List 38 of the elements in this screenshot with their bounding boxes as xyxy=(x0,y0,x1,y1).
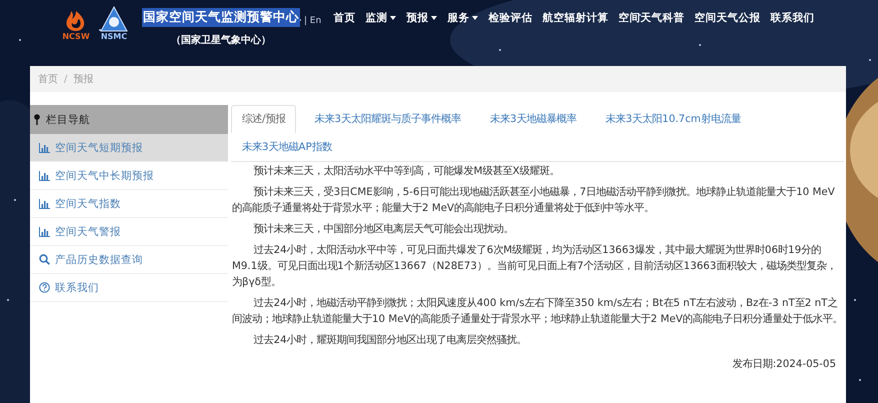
publish-date: 发布日期:2024-05-05 xyxy=(732,357,836,371)
paragraph: 预计未来三天，中国部分地区电离层天气可能会出现扰动。 xyxy=(252,222,515,237)
breadcrumb-link[interactable]: 首页 xyxy=(38,72,58,86)
nav-link[interactable]: 检验评估 xyxy=(488,11,532,25)
sidebar-item[interactable]: 空间天气短期预报 xyxy=(30,134,228,162)
paragraph: 预计未来三天，太阳活动水平中等到高，可能爆发M级甚至X级耀斑。 xyxy=(252,164,561,179)
triangle-logo-icon xyxy=(100,6,128,32)
caret-icon xyxy=(472,16,478,20)
nav-link[interactable]: 航空辐射计算 xyxy=(542,11,608,25)
breadcrumb-link[interactable]: 预报 xyxy=(73,72,94,86)
caret-icon xyxy=(390,16,396,20)
bar-chart-icon xyxy=(39,142,50,152)
help-icon xyxy=(39,282,50,293)
nav-link[interactable]: 空间天气科普 xyxy=(618,11,684,25)
nav-link[interactable]: 首页 xyxy=(333,11,356,25)
paragraph: 过去24小时，耀斑期间我国部分地区出现了电离层突然骚扰。 xyxy=(252,333,528,348)
nav-link[interactable]: 监测 xyxy=(365,11,396,25)
site-title: 国家空间天气监测预警中心 xyxy=(142,8,300,27)
bar-chart-icon xyxy=(39,170,50,180)
sidebar-title: 栏目导航 xyxy=(46,112,90,126)
bar-chart-icon xyxy=(39,198,50,208)
pin-icon xyxy=(34,114,40,125)
site-subtitle: （国家卫星气象中心） xyxy=(171,33,271,47)
paragraph: 过去24小时，地磁活动平静到微扰；太阳风速度从400 km/s左右下降至350 km/s左右；Bt在5 nT左右波动，Bz在-3 nT至2 nT之间波动；地球静止轨道能量大于10 MeV的高能质子通量处于背景水平；地球静止轨道能量大于2 MeV的高能电子日积分通量处于低水平。 xyxy=(232,296,844,327)
logo-text: NSMC xyxy=(100,33,128,41)
nav-link[interactable]: 空间天气公报 xyxy=(694,11,760,25)
language-link[interactable]: | En xyxy=(304,16,322,26)
nav-link[interactable]: 服务 xyxy=(447,11,478,25)
search-icon xyxy=(39,254,50,265)
paragraph: 预计未来三天，受3日CME影响，5-6日可能出现地磁活跃甚至小地磁暴，7日地磁活动平静到微扰。地球静止轨道能量大于10 MeV的高能质子通量将处于背景水平；能量大于2 MeV的高能电子日积分通量将处于低到中等水平。 xyxy=(232,185,836,216)
tab[interactable]: 综述/预报 xyxy=(231,105,296,133)
caret-icon xyxy=(431,16,438,20)
breadcrumb-separator: / xyxy=(64,74,68,84)
logo-text: NCSW xyxy=(62,33,90,41)
nav-link[interactable]: 联系我们 xyxy=(770,11,814,25)
paragraph: 过去24小时，太阳活动水平中等，可见日面共爆发了6次M级耀斑，均为活动区13663爆发，其中最大耀斑为世界时06时19分的M9.1级。可见日面出现1个新活动区13667（N28E73）。当前可见日面上有7个活动区，目前活动区13663面积较大，磁场类型复杂，为βγδ型。 xyxy=(232,243,838,290)
bar-chart-icon xyxy=(39,226,50,236)
nav-link[interactable]: 预报 xyxy=(406,11,438,25)
